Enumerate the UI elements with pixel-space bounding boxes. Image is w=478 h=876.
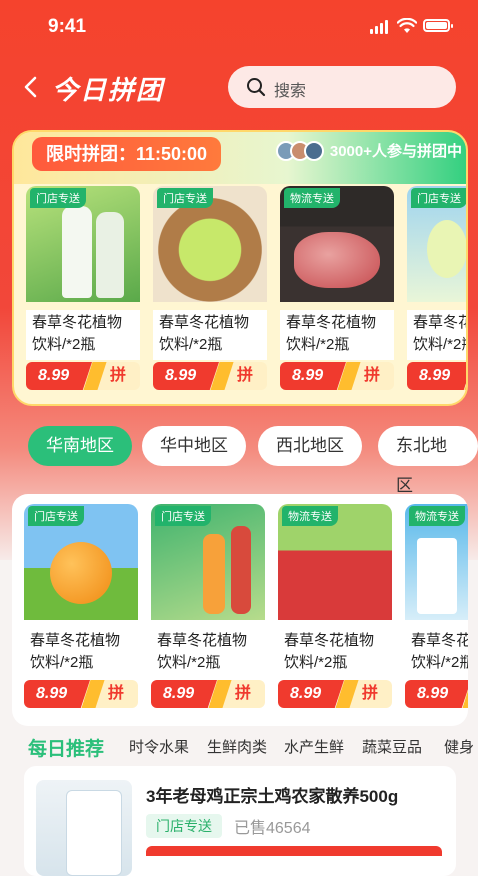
price-row: 拼 8.99 bbox=[407, 362, 468, 390]
product-name: 春草冬花植物饮料/*2瓶450ml bbox=[153, 310, 267, 360]
product-name: 春草冬花植物饮料/*2瓶450ml bbox=[278, 628, 392, 678]
product-price: 8.99 bbox=[278, 680, 344, 708]
back-arrow-icon[interactable] bbox=[22, 76, 40, 98]
product-name: 春草冬花植物饮料/*2瓶450ml bbox=[151, 628, 265, 678]
page-title: 今日拼团 bbox=[52, 75, 165, 105]
product-card[interactable]: 门店专送 春草冬花植物饮料/*2瓶450ml 拼 8.99 bbox=[151, 504, 265, 724]
price-row: 拼 8.99 bbox=[26, 362, 140, 390]
category-tab-fresh-meat[interactable]: 生鲜肉类 bbox=[207, 736, 267, 757]
region-products-panel: 门店专送 春草冬花植物饮料/*2瓶450ml 拼 8.99 门店专送 春草冬花植… bbox=[12, 494, 468, 726]
category-tab-seasonal-fruit[interactable]: 时令水果 bbox=[129, 736, 189, 757]
participants-indicator: 3000+人参与拼团中 bbox=[275, 140, 462, 161]
flash-sale-panel: 限时拼团：11:50:00 3000+人参与拼团中 门店专送 春草冬花植物饮料/… bbox=[12, 130, 468, 406]
search-icon bbox=[247, 78, 266, 97]
status-time: 9:41 bbox=[48, 16, 87, 37]
region-tab-northwest[interactable]: 西北地区 bbox=[258, 426, 362, 466]
delivery-tag: 门店专送 bbox=[155, 506, 211, 526]
category-tab-seafood[interactable]: 水产生鲜 bbox=[284, 736, 344, 757]
product-price: 8.99 bbox=[407, 362, 466, 390]
product-name: 春草冬花植物饮料/*2瓶450ml bbox=[280, 310, 394, 360]
participants-count: 3000+人参与拼团中 bbox=[329, 143, 462, 160]
delivery-tag: 物流专送 bbox=[282, 506, 338, 526]
product-price: 8.99 bbox=[280, 362, 346, 390]
product-card[interactable]: 物流专送 春草冬花植物饮料/*2瓶450ml 拼 8.99 bbox=[405, 504, 468, 724]
wifi-icon bbox=[397, 18, 417, 33]
countdown-timer: 限时拼团：11:50:00 bbox=[32, 137, 222, 171]
product-name: 春草冬花植物饮料/*2瓶450ml bbox=[26, 310, 140, 360]
price-row: 拼 8.99 bbox=[24, 680, 138, 708]
product-price: 8.99 bbox=[151, 680, 217, 708]
delivery-tag: 门店专送 bbox=[146, 814, 222, 838]
product-price: 8.99 bbox=[405, 680, 468, 708]
delivery-tag: 门店专送 bbox=[30, 188, 86, 208]
product-card[interactable]: 门店专送 春草冬花植物饮料/*2瓶450ml 拼 8.99 bbox=[153, 186, 267, 404]
category-tabs: 每日推荐 时令水果 生鲜肉类 水产生鲜 蔬菜豆品 健身 bbox=[28, 734, 478, 760]
price-row: 拼 8.99 bbox=[278, 680, 392, 708]
search-bar[interactable]: 搜索 bbox=[228, 66, 456, 108]
price-bar bbox=[146, 846, 442, 856]
region-tab-south-china[interactable]: 华南地区 bbox=[28, 426, 132, 466]
product-price: 8.99 bbox=[26, 362, 92, 390]
recommended-product-title: 3年老母鸡正宗土鸡农家散养500g bbox=[146, 787, 399, 806]
price-row: 拼 8.99 bbox=[280, 362, 394, 390]
signal-icon bbox=[370, 20, 390, 34]
price-row: 拼 8.99 bbox=[151, 680, 265, 708]
product-card[interactable]: 物流专送 春草冬花植物饮料/*2瓶450ml 拼 8.99 bbox=[278, 504, 392, 724]
category-tab-fitness[interactable]: 健身 bbox=[444, 736, 474, 757]
flash-sale-header: 限时拼团：11:50:00 3000+人参与拼团中 bbox=[14, 132, 466, 184]
region-tabs: 华南地区 华中地区 西北地区 东北地区 bbox=[28, 426, 478, 495]
delivery-tag: 门店专送 bbox=[411, 188, 466, 208]
product-price: 8.99 bbox=[24, 680, 90, 708]
sold-count: 已售46564 bbox=[234, 820, 311, 837]
product-name: 春草冬花植物饮料/*2瓶450ml bbox=[24, 628, 138, 678]
category-tab-vegetables[interactable]: 蔬菜豆品 bbox=[362, 736, 422, 757]
delivery-tag: 物流专送 bbox=[409, 506, 465, 526]
product-name: 春草冬花植物饮料/*2瓶450ml bbox=[405, 628, 468, 678]
region-tab-central-china[interactable]: 华中地区 bbox=[142, 426, 246, 466]
delivery-tag: 门店专送 bbox=[157, 188, 213, 208]
delivery-tag: 门店专送 bbox=[28, 506, 84, 526]
participant-avatar bbox=[303, 140, 324, 161]
search-placeholder: 搜索 bbox=[274, 83, 307, 100]
product-name: 春草冬花植物饮料/*2瓶450ml bbox=[407, 310, 466, 360]
product-card[interactable]: 门店专送 春草冬花植物饮料/*2瓶450ml 拼 8.99 bbox=[26, 186, 140, 404]
category-tab-daily-picks[interactable]: 每日推荐 bbox=[28, 734, 104, 761]
price-row: 拼 8.99 bbox=[405, 680, 468, 708]
delivery-tag: 物流专送 bbox=[284, 188, 340, 208]
group-buy-button[interactable]: 拼 bbox=[467, 362, 468, 390]
product-card[interactable]: 物流专送 春草冬花植物饮料/*2瓶450ml 拼 8.99 bbox=[280, 186, 394, 404]
chicken-package-image bbox=[36, 780, 132, 876]
price-row: 拼 8.99 bbox=[153, 362, 267, 390]
product-card[interactable]: 门店专送 春草冬花植物饮料/*2瓶450ml 拼 8.99 bbox=[24, 504, 138, 724]
recommended-product-card[interactable]: 3年老母鸡正宗土鸡农家散养500g 门店专送 已售46564 bbox=[24, 766, 456, 876]
product-price: 8.99 bbox=[153, 362, 219, 390]
product-card[interactable]: 门店专送 春草冬花植物饮料/*2瓶450ml 拼 8.99 bbox=[407, 186, 468, 404]
status-bar: 9:41 bbox=[0, 0, 478, 52]
region-tab-northeast[interactable]: 东北地区 bbox=[378, 426, 478, 495]
battery-icon bbox=[423, 19, 453, 32]
